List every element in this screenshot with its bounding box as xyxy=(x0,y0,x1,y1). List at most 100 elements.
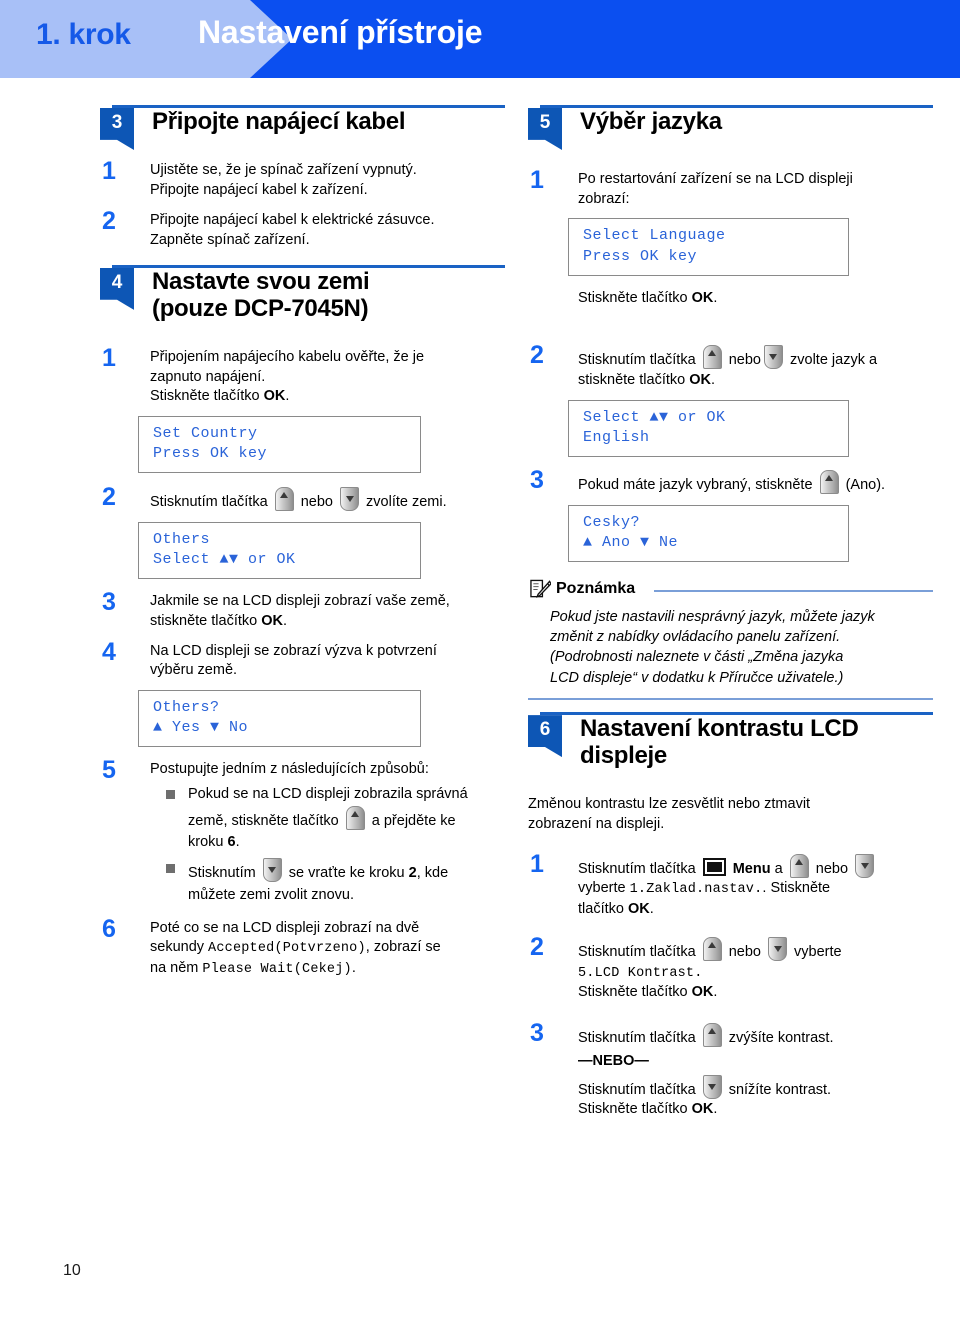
step-line: Stisknutím tlačítka xyxy=(150,494,268,511)
step-text: Stisknutím tlačítka nebo vyberte 5.LCD K… xyxy=(578,937,933,1003)
step-line: nebo xyxy=(815,860,849,877)
note-line: změnit z nabídky ovládacího panelu zaříz… xyxy=(550,629,841,646)
step-text: Postupujte jedním z následujících způsob… xyxy=(150,760,505,906)
arrow-up-key-icon xyxy=(819,469,839,494)
section-6: 6 Nastavení kontrastu LCD displeje xyxy=(528,712,933,777)
step-line: nebo xyxy=(300,494,333,511)
note-line: LCD displeje“ v dodatku k Příručce uživa… xyxy=(550,669,844,686)
lcd-line: Others? xyxy=(153,699,220,716)
step-line: Na LCD displeji se zobrazí výzva k potvr… xyxy=(150,642,437,659)
step-item: 1 Ujistěte se, že je spínač zařízení vyp… xyxy=(100,157,505,200)
bullet-item: Pokud se na LCD displeji zobrazila správ… xyxy=(166,784,505,854)
section-4: 4 Nastavte svou zemi (pouze DCP-7045N) xyxy=(100,264,505,330)
section-title-line: (pouze DCP-7045N) xyxy=(152,294,369,322)
bullet-line: Stisknutím xyxy=(188,865,256,882)
step-text: Stisknutím tlačítka zvýšíte kontrast. —N… xyxy=(578,1023,933,1120)
step-item: 1 Připojením napájecího kabelu ověřte, ž… xyxy=(100,344,505,407)
lcd-line: ▲ Yes ▼ No xyxy=(153,719,249,737)
arrow-down-key-icon xyxy=(768,937,788,962)
step-ref: 6 xyxy=(227,834,236,851)
step-line: . Stiskněte xyxy=(762,880,831,897)
lcd-line: Set Country xyxy=(153,425,258,443)
ok-key-label: OK xyxy=(691,1101,714,1118)
step-line: . xyxy=(713,1101,718,1118)
lcd-line: Select Language xyxy=(583,227,726,245)
step-line: snížíte kontrast. xyxy=(728,1081,832,1098)
step-item: 2 Stisknutím tlačítka nebo zvolte jazyk … xyxy=(528,341,933,390)
step-line: Jakmile se na LCD displeji zobrazí vaše … xyxy=(150,593,450,610)
step-line: Zapněte spínač zařízení. xyxy=(150,232,310,249)
page-header: 1. krok Nastavení přístroje xyxy=(0,0,960,78)
step-line: . xyxy=(710,372,715,389)
arrow-up-key-icon xyxy=(702,345,722,370)
step-line: . xyxy=(285,388,290,405)
lcd-line: Press OK key xyxy=(583,247,698,265)
ok-key-label: OK xyxy=(263,388,286,405)
ok-key-label: OK xyxy=(627,900,650,917)
lcd-message-inline: 1.Zaklad.nastav. xyxy=(629,882,763,898)
step-item: 1 Stisknutím tlačítka Menu a nebo vybert… xyxy=(528,850,933,920)
step-text: Jakmile se na LCD displeji zobrazí vaše … xyxy=(150,592,505,631)
note-title: Poznámka xyxy=(556,579,636,597)
section6-intro: Změnou kontrastu lze zesvětlit nebo ztma… xyxy=(528,795,933,834)
step-text: Stisknutím tlačítka nebo zvolíte zemi. xyxy=(150,487,505,513)
step-number: 1 xyxy=(102,343,116,372)
step-text: Na LCD displeji se zobrazí výzva k potvr… xyxy=(150,642,505,681)
step-line: Stiskněte tlačítko xyxy=(578,289,692,306)
step-line: (Ano). xyxy=(845,476,886,493)
step-line: zvýšíte kontrast. xyxy=(728,1030,834,1047)
step-item: 2 Stisknutím tlačítka nebo zvolíte zemi. xyxy=(100,483,505,513)
arrow-up-key-icon xyxy=(702,1023,722,1048)
step-text: Stisknutím tlačítka nebo zvolte jazyk a … xyxy=(578,345,933,390)
note-text: Pokud jste nastavili nesprávný jazyk, mů… xyxy=(550,607,933,688)
lcd-line: Press OK key xyxy=(153,445,268,463)
step-line: zobrazí: xyxy=(578,190,630,207)
step-number: 2 xyxy=(102,483,116,512)
arrow-up-key-icon xyxy=(702,937,722,962)
left-column: 3 Připojte napájecí kabel 1 Ujistěte se,… xyxy=(100,105,505,979)
step-line: Stisknutím tlačítka xyxy=(578,352,696,369)
step-line: Připojte napájecí kabel k elektrické zás… xyxy=(150,212,435,229)
step-line: Po restartování zařízení se na LCD displ… xyxy=(578,171,853,187)
lcd-line: Select ▲▼ or OK xyxy=(153,551,296,569)
step-ref: 2 xyxy=(408,865,417,882)
section-3: 3 Připojte napájecí kabel xyxy=(100,105,505,150)
bullet-line: kroku xyxy=(188,834,228,851)
note-line: Pokud jste nastavili nesprávný jazyk, mů… xyxy=(550,608,875,625)
section-badge-3: 3 xyxy=(100,108,134,150)
step-item: 6 Poté co se na LCD displeji zobrazí na … xyxy=(100,915,505,979)
step-line: Stisknutím tlačítka xyxy=(578,1030,696,1047)
lcd-message-inline: 5.LCD Kontrast. xyxy=(578,966,703,982)
step-item: 3 Stisknutím tlačítka zvýšíte kontrast. … xyxy=(528,1019,933,1120)
or-separator-label: —NEBO— xyxy=(578,1052,649,1069)
step-item: 5 Postupujte jedním z následujících způs… xyxy=(100,756,505,906)
step-line: zvolíte zemi. xyxy=(366,494,447,511)
section-badge-4: 4 xyxy=(100,267,134,310)
step-line: Pokud máte jazyk vybraný, stiskněte xyxy=(578,476,813,493)
step-line: . xyxy=(713,984,718,1001)
step-line: Stiskněte tlačítko xyxy=(578,984,692,1001)
step-line: stiskněte tlačítko xyxy=(578,372,690,389)
bullet-line: a přejděte ke xyxy=(371,812,456,829)
lcd-display: Others Select ▲▼ or OK xyxy=(138,521,421,580)
step-line: Stisknutím tlačítka xyxy=(578,860,696,877)
bullet-line: země, stiskněte tlačítko xyxy=(188,812,339,829)
bullet-item: Stisknutím se vraťte ke kroku 2, kde můž… xyxy=(166,858,505,907)
step-line: stiskněte tlačítko xyxy=(150,612,262,629)
section-title-4: Nastavte svou zemi (pouze DCP-7045N) xyxy=(152,268,505,323)
bullet-line: se vraťte ke kroku xyxy=(288,865,409,882)
page-number: 10 xyxy=(63,1262,81,1279)
step-number: 4 xyxy=(102,637,116,666)
step-line: Stisknutím tlačítka xyxy=(578,1081,696,1098)
step-number: 1 xyxy=(102,157,116,185)
note-bottom-divider xyxy=(528,698,933,701)
ok-key-label: OK xyxy=(689,372,711,389)
step-followup-text: Stiskněte tlačítko OK. xyxy=(578,289,933,309)
step-line: zapnuto napájení. xyxy=(150,368,266,385)
step-item: 3 Pokud máte jazyk vybraný, stiskněte (A… xyxy=(528,466,933,496)
menu-key-icon xyxy=(702,857,726,876)
header-step-label: 1. krok xyxy=(36,18,131,51)
section-title-6: Nastavení kontrastu LCD displeje xyxy=(580,715,933,770)
step-number: 3 xyxy=(530,465,544,494)
step-text: Připojte napájecí kabel k elektrické zás… xyxy=(150,211,505,250)
